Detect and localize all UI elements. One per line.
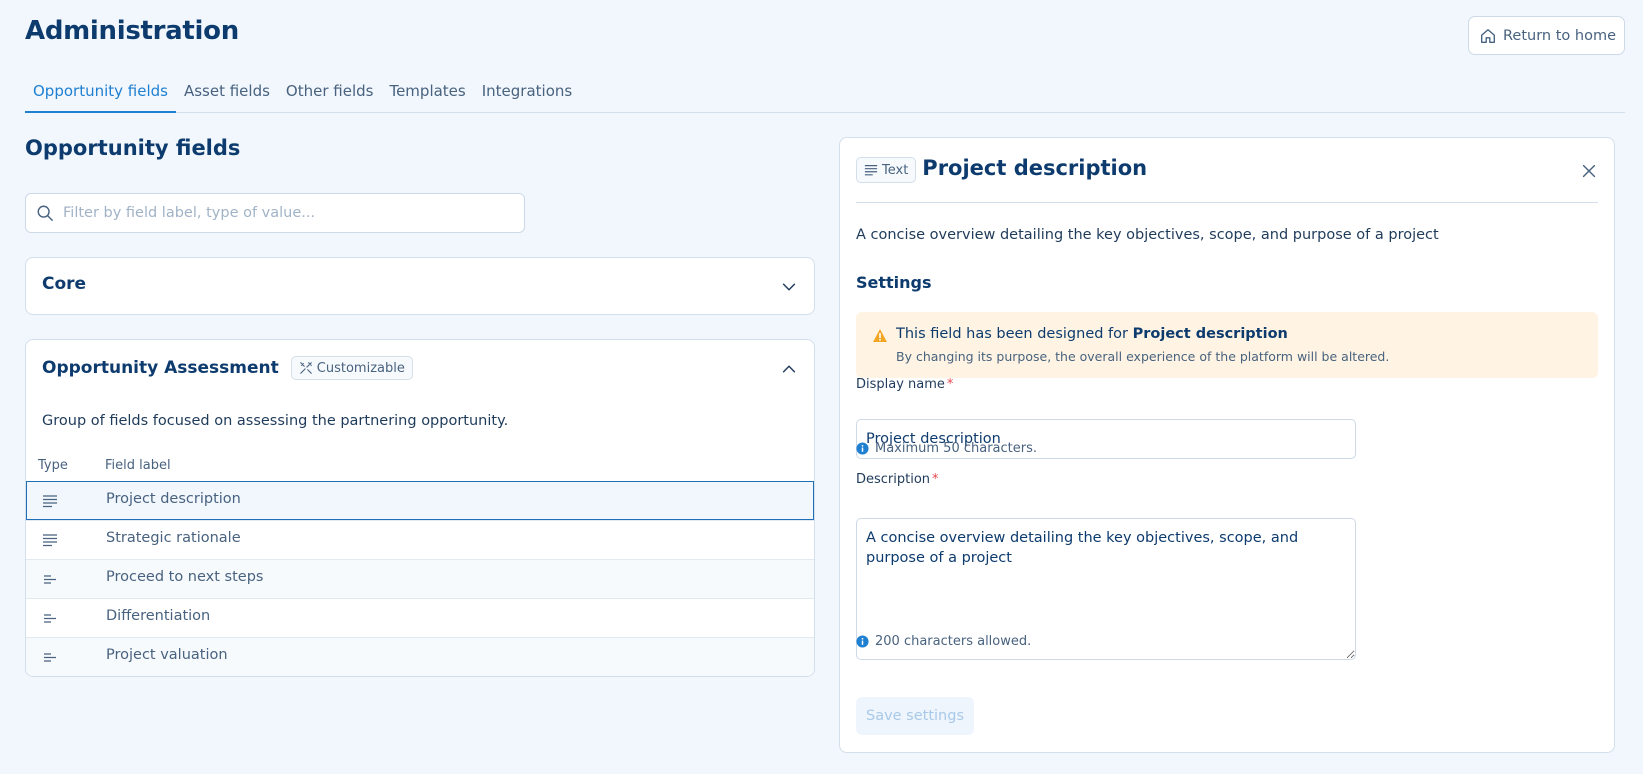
info-icon bbox=[856, 635, 869, 648]
assessment-group-description: Group of fields focused on assessing the… bbox=[42, 413, 509, 429]
purpose-warning-alert: This field has been designed for Project… bbox=[856, 312, 1598, 378]
short-text-icon bbox=[44, 575, 56, 584]
description-label: Description * bbox=[856, 472, 939, 487]
assessment-group-header: Opportunity Assessment Customizable bbox=[42, 356, 413, 380]
short-text-icon bbox=[44, 614, 56, 623]
tab-other-fields[interactable]: Other fields bbox=[278, 78, 382, 113]
alert-message: This field has been designed for Project… bbox=[896, 326, 1288, 342]
row-field-label: Project description bbox=[106, 491, 241, 507]
core-group-title: Core bbox=[42, 274, 87, 294]
table-row[interactable]: Project valuation bbox=[26, 637, 814, 676]
field-type-badge: Text bbox=[856, 157, 917, 183]
warning-icon bbox=[873, 329, 887, 342]
chevron-up-icon[interactable] bbox=[780, 360, 798, 378]
page-title: Administration bbox=[25, 16, 239, 46]
table-row[interactable]: Differentiation bbox=[26, 598, 814, 637]
column-header-field-label: Field label bbox=[105, 458, 171, 473]
tools-icon bbox=[299, 362, 312, 374]
required-marker: * bbox=[932, 472, 939, 487]
long-text-icon bbox=[43, 495, 57, 508]
search-box bbox=[25, 193, 525, 233]
row-field-label: Proceed to next steps bbox=[106, 569, 264, 585]
search-input[interactable] bbox=[63, 205, 503, 221]
table-row[interactable]: Project description bbox=[26, 481, 814, 520]
required-marker: * bbox=[946, 377, 954, 392]
assessment-group-card: Opportunity Assessment Customizable Grou… bbox=[25, 339, 815, 677]
display-name-hint-text: Maximum 50 characters. bbox=[875, 441, 1038, 456]
panel-title: Project description bbox=[922, 156, 1148, 180]
field-type-label: Text bbox=[882, 162, 909, 178]
description-hint-text: 200 characters allowed. bbox=[875, 634, 1032, 649]
customizable-label: Customizable bbox=[316, 360, 405, 376]
alert-prefix: This field has been designed for bbox=[896, 326, 1133, 342]
info-icon bbox=[856, 442, 869, 455]
row-field-label: Strategic rationale bbox=[106, 530, 241, 546]
display-name-hint: Maximum 50 characters. bbox=[856, 441, 1037, 456]
row-field-label: Differentiation bbox=[106, 608, 211, 624]
tab-templates[interactable]: Templates bbox=[381, 78, 473, 113]
long-text-icon bbox=[864, 165, 878, 176]
admin-page: Administration Return to home Opportunit… bbox=[0, 0, 1643, 774]
table-row[interactable]: Proceed to next steps bbox=[26, 559, 814, 598]
table-row[interactable]: Strategic rationale bbox=[26, 520, 814, 559]
customizable-badge: Customizable bbox=[290, 356, 413, 380]
core-group-header: Core bbox=[42, 274, 86, 294]
save-settings-button[interactable]: Save settings bbox=[856, 697, 974, 735]
alert-note: By changing its purpose, the overall exp… bbox=[896, 349, 1390, 364]
alert-purpose: Project description bbox=[1132, 326, 1288, 342]
settings-title: Settings bbox=[856, 273, 932, 292]
close-icon[interactable] bbox=[1580, 162, 1598, 180]
return-home-button[interactable]: Return to home bbox=[1468, 16, 1625, 55]
tab-integrations[interactable]: Integrations bbox=[474, 78, 580, 113]
return-home-label: Return to home bbox=[1503, 27, 1616, 44]
field-rows: Project description Strategic rationale … bbox=[26, 481, 814, 676]
chevron-down-icon[interactable] bbox=[780, 278, 798, 296]
core-group-card[interactable]: Core bbox=[25, 257, 815, 315]
short-text-icon bbox=[44, 653, 56, 662]
description-hint: 200 characters allowed. bbox=[856, 634, 1031, 649]
field-detail-panel: Text Project description A concise overv… bbox=[839, 137, 1615, 753]
home-icon bbox=[1481, 28, 1495, 43]
column-header-type: Type bbox=[38, 458, 68, 473]
row-field-label: Project valuation bbox=[106, 647, 228, 663]
long-text-icon bbox=[43, 534, 57, 547]
panel-header: Text Project description bbox=[856, 154, 1598, 203]
panel-description: A concise overview detailing the key obj… bbox=[856, 227, 1439, 243]
display-name-label-text: Display name bbox=[856, 377, 945, 392]
assessment-group-title: Opportunity Assessment bbox=[42, 358, 279, 378]
display-name-label: Display name * bbox=[856, 377, 953, 392]
tab-asset-fields[interactable]: Asset fields bbox=[176, 78, 278, 113]
section-title: Opportunity fields bbox=[25, 136, 241, 160]
search-icon bbox=[37, 205, 53, 221]
tab-opportunity-fields[interactable]: Opportunity fields bbox=[25, 78, 176, 113]
admin-tabs: Opportunity fields Asset fields Other fi… bbox=[25, 78, 1625, 113]
description-label-text: Description bbox=[856, 472, 931, 487]
